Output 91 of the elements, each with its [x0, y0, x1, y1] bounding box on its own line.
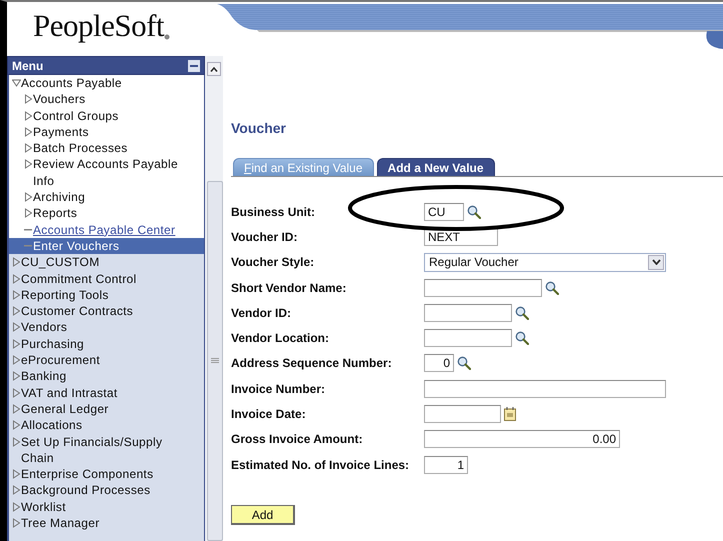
menu-item[interactable]: Set Up Financials/Supply Chain	[9, 434, 204, 466]
menu-item[interactable]: Reports	[9, 205, 204, 222]
search-icon[interactable]	[467, 204, 481, 219]
collapsed-triangle-icon[interactable]	[12, 371, 20, 382]
menu-item[interactable]: Background Processes	[9, 482, 204, 499]
input-field[interactable]	[424, 380, 666, 398]
menu-item[interactable]: General Ledger	[9, 400, 204, 418]
registered-mark-icon	[164, 34, 170, 40]
menu-item[interactable]: Enterprise Components	[9, 466, 204, 482]
collapsed-triangle-icon[interactable]	[12, 338, 20, 349]
menu-item[interactable]: Banking	[9, 368, 204, 385]
input-field[interactable]: CU	[424, 202, 464, 221]
collapsed-triangle-icon[interactable]	[12, 485, 20, 496]
field-label: Voucher ID:	[231, 230, 298, 244]
collapsed-triangle-icon[interactable]	[24, 143, 32, 154]
menu-item[interactable]: Archiving	[9, 189, 204, 206]
search-icon[interactable]	[515, 306, 529, 320]
menu-item[interactable]: Control Groups	[9, 108, 204, 124]
input-field[interactable]	[424, 405, 501, 424]
search-icon[interactable]	[515, 331, 529, 346]
menu-title: Menu	[12, 58, 44, 72]
menu-item[interactable]: Accounts Payable Center	[9, 222, 204, 238]
menu-item[interactable]: Purchasing	[9, 336, 204, 352]
dash-icon	[24, 244, 32, 247]
collapsed-triangle-icon[interactable]	[24, 208, 32, 218]
add-button[interactable]: Add	[231, 505, 295, 526]
field-label: Vendor ID:	[231, 306, 292, 320]
menu-item[interactable]: Vendors	[9, 319, 204, 336]
collapsed-triangle-icon[interactable]	[12, 257, 20, 268]
collapse-button[interactable]	[188, 60, 200, 72]
search-icon[interactable]	[457, 356, 471, 370]
input-field[interactable]	[424, 278, 542, 297]
menu-item[interactable]: Reporting Tools	[9, 286, 204, 304]
collapsed-triangle-icon[interactable]	[12, 420, 20, 430]
input-field[interactable]: 1	[424, 456, 468, 474]
menu-item[interactable]: Payments	[9, 124, 204, 140]
search-icon[interactable]	[545, 280, 559, 295]
menu-item[interactable]: eProcurement	[9, 352, 204, 368]
collapsed-triangle-icon[interactable]	[24, 126, 32, 137]
field-label: Short Vendor Name:	[231, 280, 348, 295]
collapsed-triangle-icon[interactable]	[24, 94, 32, 104]
collapsed-triangle-icon[interactable]	[24, 192, 32, 202]
menu-item[interactable]: Commitment Control	[9, 270, 204, 287]
input-field[interactable]: 0	[424, 354, 454, 372]
scroll-up-button[interactable]	[207, 62, 221, 76]
menu-item[interactable]: Review Accounts Payable Info	[9, 156, 204, 190]
collapsed-triangle-icon[interactable]	[24, 159, 32, 170]
calendar-icon[interactable]	[504, 407, 516, 422]
collapsed-triangle-icon[interactable]	[12, 388, 20, 398]
collapsed-triangle-icon[interactable]	[12, 502, 20, 512]
field-label: Business Unit:	[231, 204, 316, 219]
menu-item[interactable]: Vouchers	[9, 91, 204, 108]
collapsed-triangle-icon[interactable]	[12, 322, 20, 332]
page-title: Voucher	[231, 120, 287, 136]
menu-item[interactable]: Accounts Payable	[9, 75, 204, 92]
expanded-triangle-icon[interactable]	[12, 78, 20, 88]
field-label: Invoice Date:	[231, 407, 307, 422]
scroll-thumb[interactable]	[207, 181, 223, 541]
collapsed-triangle-icon[interactable]	[12, 404, 20, 414]
input-field[interactable]	[424, 304, 512, 322]
grip-icon	[211, 358, 219, 364]
field-label: Vendor Location:	[231, 331, 330, 346]
collapsed-triangle-icon[interactable]	[12, 355, 20, 366]
dropdown[interactable]: Regular Voucher	[424, 252, 666, 272]
logo: PeopleSoft	[33, 8, 164, 44]
collapsed-triangle-icon[interactable]	[12, 469, 20, 480]
caret-icon	[652, 259, 660, 266]
menu-item[interactable]: Tree Manager	[9, 515, 204, 532]
menu-item[interactable]: Batch Processes	[9, 140, 204, 156]
menu-item[interactable]: CU_CUSTOM	[9, 254, 204, 271]
collapsed-triangle-icon[interactable]	[12, 436, 20, 447]
menu-item[interactable]: VAT and Intrastat	[9, 384, 204, 401]
input-field[interactable]	[424, 329, 512, 348]
dash-icon	[24, 228, 32, 231]
menu-item[interactable]: Customer Contracts	[9, 303, 204, 320]
input-field[interactable]: 0.00	[424, 430, 620, 448]
menu-item[interactable]: Enter Vouchers	[9, 238, 204, 254]
menu-item[interactable]: Worklist	[9, 498, 204, 516]
tab[interactable]: Add a New Value	[376, 158, 495, 176]
collapsed-triangle-icon[interactable]	[12, 274, 20, 284]
field-label: Gross Invoice Amount:	[231, 432, 364, 446]
minus-icon	[190, 64, 198, 66]
field-label: Address Sequence Number:	[231, 356, 393, 370]
collapsed-triangle-icon[interactable]	[24, 110, 32, 121]
field-label: Estimated No. of Invoice Lines:	[231, 458, 410, 472]
field-label: Invoice Number:	[231, 382, 326, 396]
collapsed-triangle-icon[interactable]	[12, 518, 20, 528]
field-label: Voucher Style:	[231, 255, 316, 270]
menu-item[interactable]: Allocations	[9, 417, 204, 434]
collapsed-triangle-icon[interactable]	[12, 306, 20, 316]
collapsed-triangle-icon[interactable]	[12, 290, 20, 300]
